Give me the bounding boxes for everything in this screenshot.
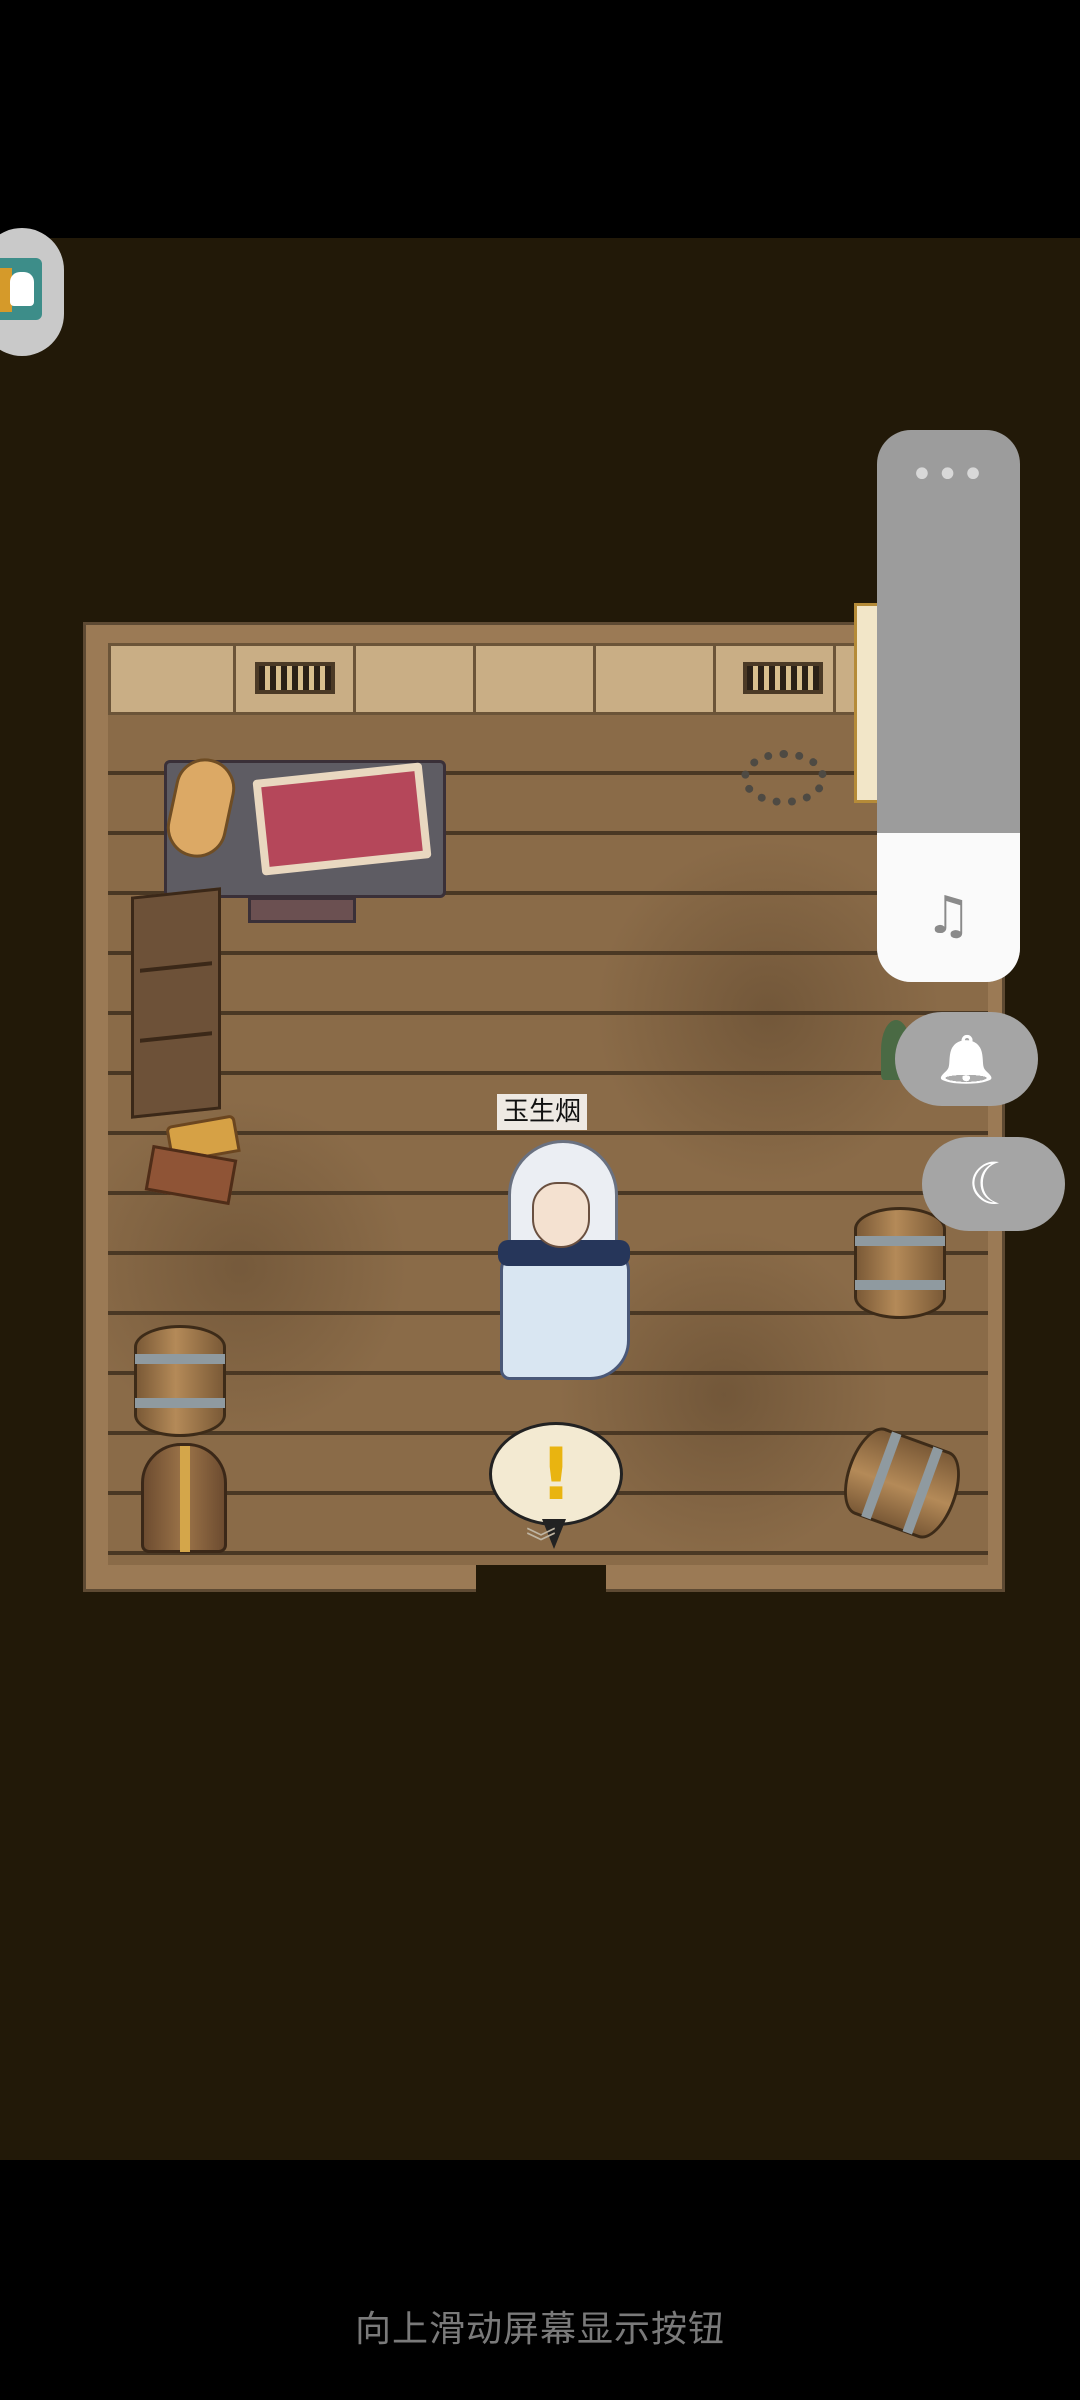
music-note-icon: ♫ (925, 886, 972, 946)
closed-chest[interactable] (141, 1443, 227, 1553)
player-character[interactable] (490, 1140, 640, 1385)
blanket (252, 762, 432, 876)
navigation-area (0, 2160, 1080, 2400)
swipe-up-hint: 向上滑动屏幕显示按钮 (354, 2309, 725, 2350)
do-not-disturb-button[interactable]: ☾ (922, 1137, 1065, 1231)
coiled-rope[interactable] (741, 750, 827, 806)
moon-icon: ☾ (967, 1150, 1020, 1218)
wall-vent (255, 662, 335, 694)
bell-icon: 🔔 (937, 1032, 996, 1086)
bell-mode-button[interactable]: 🔔 (895, 1012, 1038, 1106)
chevron-down-icon: ︾ (526, 1526, 556, 1561)
open-treasure-chest[interactable] (144, 1114, 248, 1206)
exclamation-icon: ! (539, 1432, 573, 1516)
status-bar-area (0, 0, 1080, 238)
more-icon[interactable]: ••• (877, 455, 1020, 495)
room-exit[interactable] (476, 1565, 606, 1595)
wall-vent (743, 662, 823, 694)
bed[interactable] (161, 752, 446, 898)
barrel[interactable] (134, 1325, 226, 1437)
character-name: 玉生烟 (497, 1094, 588, 1130)
quest-alert-bubble[interactable]: ! (489, 1422, 623, 1549)
bed-step (248, 897, 356, 923)
volume-slider[interactable]: ••• ♫ (877, 430, 1020, 982)
bookshelf[interactable] (131, 887, 221, 1119)
barrel[interactable] (854, 1207, 946, 1319)
floating-app-badge[interactable] (0, 228, 64, 356)
pillow (161, 752, 241, 864)
